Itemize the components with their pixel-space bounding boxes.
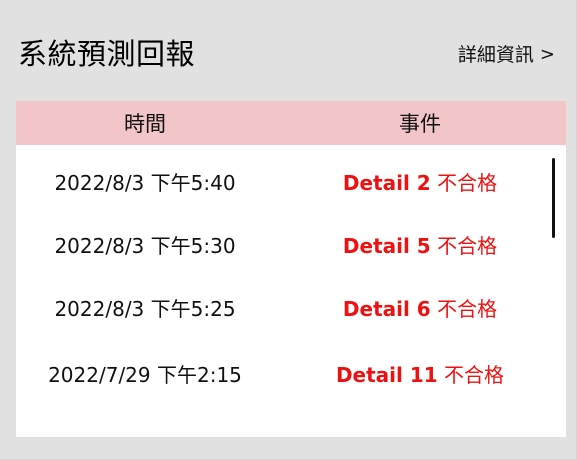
detail-info-label: 詳細資訊	[457, 44, 534, 66]
row-event: Detail 2 不合格	[274, 167, 566, 196]
event-status: 不合格	[437, 296, 498, 321]
column-header-time: 時間	[124, 112, 166, 136]
row-time: 2022/8/3 下午5:40	[54, 170, 236, 195]
event-status: 不合格	[437, 170, 498, 195]
chevron-right-icon: >	[539, 44, 555, 65]
row-time: 2022/8/3 下午5:30	[54, 233, 236, 258]
table-row[interactable]: 2022/8/3 下午5:25 Detail 6 不合格	[16, 287, 566, 327]
table-row[interactable]: 2022/8/3 下午5:30 Detail 5 不合格	[16, 224, 566, 264]
prediction-report-panel: 系統預測回報 詳細資訊 > 時間 事件 2022/8/3 下午5:40 Deta…	[0, 0, 577, 460]
table-row[interactable]: 2022/8/3 下午5:40 Detail 2 不合格	[16, 161, 566, 201]
table-row[interactable]: 2022/7/29 下午2:15 Detail 11 不合格	[16, 353, 566, 393]
detail-info-link[interactable]: 詳細資訊 >	[458, 42, 555, 68]
event-detail: Detail 6	[342, 296, 431, 321]
row-event: Detail 11 不合格	[274, 359, 566, 388]
table-scrollbar[interactable]	[552, 158, 555, 238]
event-status: 不合格	[437, 233, 498, 258]
row-event: Detail 5 不合格	[274, 230, 566, 259]
event-detail: Detail 5	[342, 233, 431, 258]
row-event: Detail 6 不合格	[274, 293, 566, 322]
event-status: 不合格	[444, 362, 505, 387]
row-time: 2022/8/3 下午5:25	[54, 296, 236, 321]
table-header: 時間 事件	[16, 101, 566, 145]
column-header-event: 事件	[399, 112, 441, 136]
row-time: 2022/7/29 下午2:15	[48, 362, 242, 387]
event-detail: Detail 11	[335, 362, 438, 387]
panel-title: 系統預測回報	[18, 37, 196, 71]
report-table: 時間 事件 2022/8/3 下午5:40 Detail 2 不合格 2022/…	[16, 101, 566, 437]
event-detail: Detail 2	[342, 170, 431, 195]
